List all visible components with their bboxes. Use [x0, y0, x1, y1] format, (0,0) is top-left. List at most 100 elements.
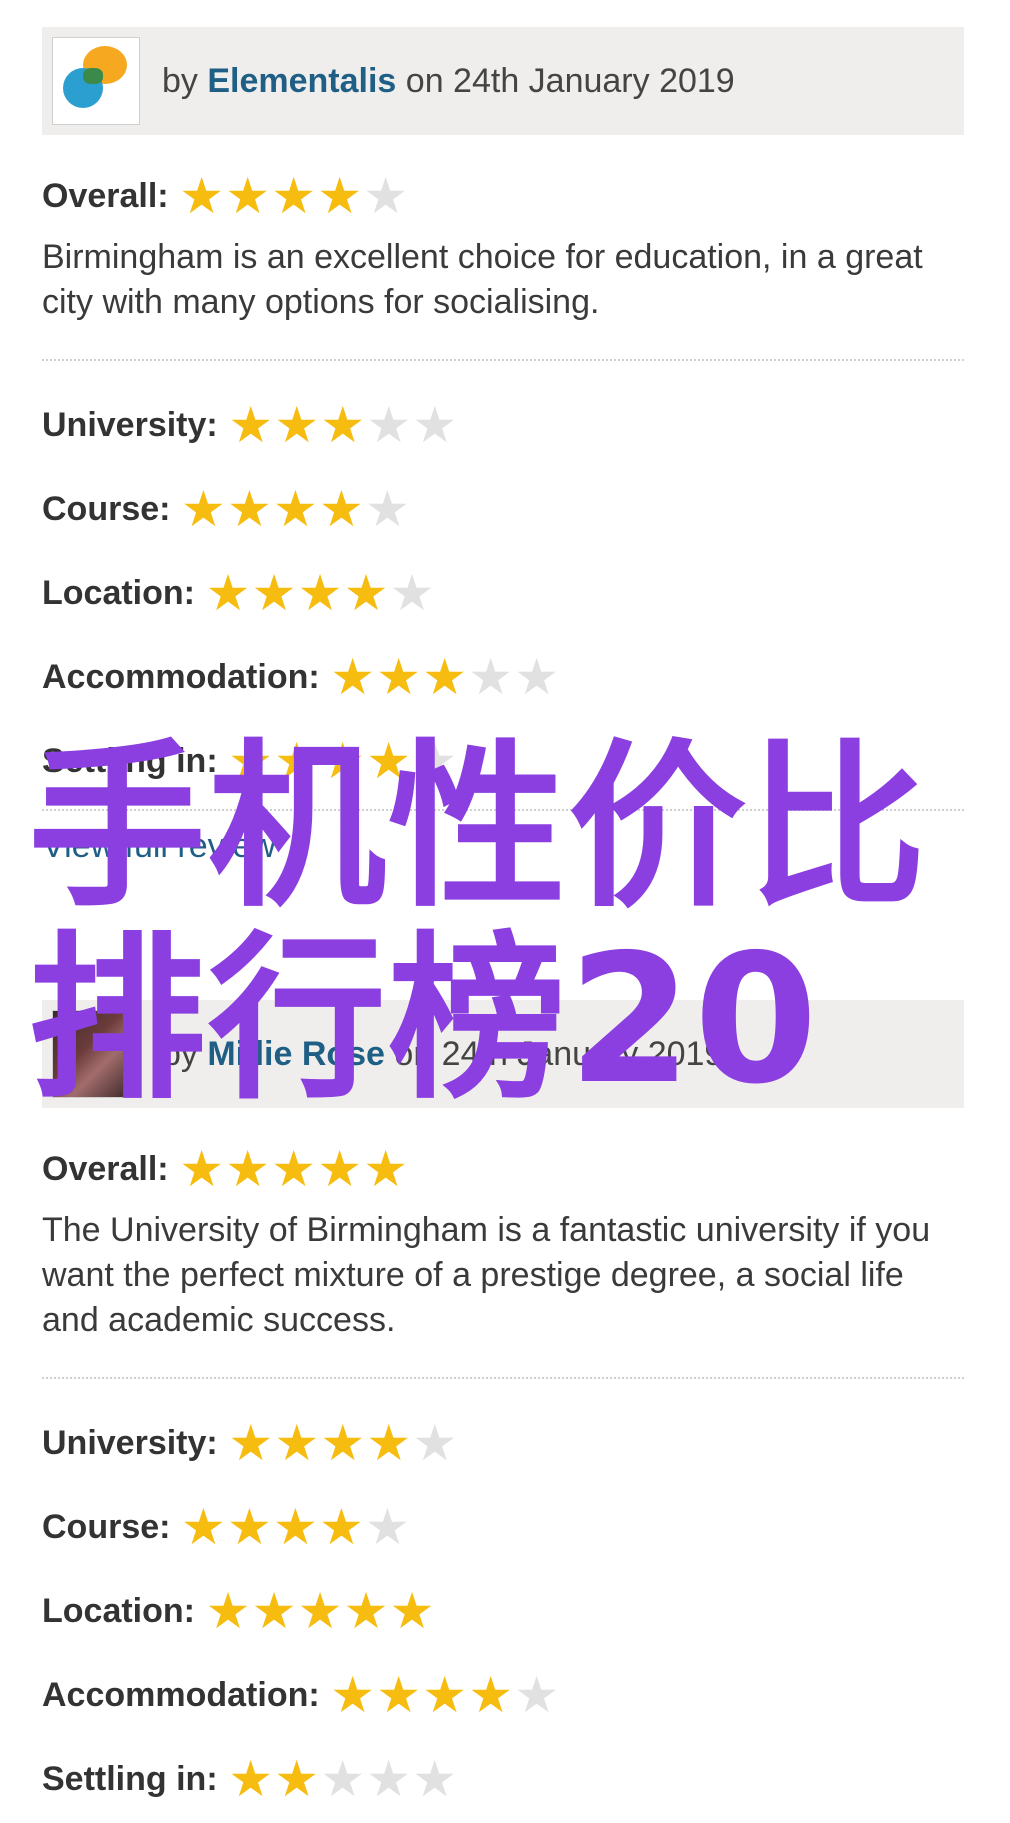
review-header: by Millie Rose on 24th January 2019 [42, 1000, 964, 1108]
rating-row-university: University: ★ ★ ★ ★ ★ [42, 1401, 964, 1485]
section-divider [42, 359, 964, 361]
rating-label: Settling in: [42, 1759, 218, 1798]
star-filled-icon: ★ [317, 168, 363, 224]
star-filled-icon: ★ [319, 481, 364, 537]
star-filled-icon: ★ [228, 1751, 274, 1807]
star-filled-icon: ★ [330, 649, 376, 705]
star-filled-icon: ★ [228, 1415, 274, 1471]
star-filled-icon: ★ [179, 1141, 225, 1197]
star-filled-icon: ★ [363, 1141, 409, 1197]
star-empty-icon: ★ [412, 733, 458, 789]
star-rating: ★ ★ ★ ★ ★ [330, 1670, 560, 1720]
star-filled-icon: ★ [179, 168, 225, 224]
star-rating: ★ ★ ★ ★ ★ [228, 736, 458, 786]
overall-label: Overall: [42, 176, 169, 215]
rating-row-location: Location: ★ ★ ★ ★ ★ [42, 1569, 964, 1653]
byline-date: on 24th January 2019 [384, 1034, 724, 1073]
star-empty-icon: ★ [366, 397, 412, 453]
star-filled-icon: ★ [228, 397, 274, 453]
star-filled-icon: ★ [343, 1583, 389, 1639]
reviewer-avatar[interactable] [52, 37, 140, 125]
view-full-review-link[interactable]: View full review [42, 827, 276, 866]
rating-row-accommodation: Accommodation: ★ ★ ★ ★ ★ [42, 635, 964, 719]
review-byline: by Millie Rose on 24th January 2019 [162, 1035, 723, 1074]
rating-label: Course: [42, 1507, 171, 1546]
rating-label: Location: [42, 1591, 195, 1630]
star-filled-icon: ★ [343, 565, 389, 621]
review-summary: Birmingham is an excellent choice for ed… [42, 238, 923, 321]
rating-label: Accommodation: [42, 657, 320, 696]
star-rating: ★ ★ ★ ★ ★ [205, 568, 435, 618]
star-filled-icon: ★ [273, 481, 318, 537]
section-divider [42, 1377, 964, 1379]
rating-row-settling-in: Settling in: ★ ★ ★ ★ ★ [42, 1737, 964, 1821]
star-filled-icon: ★ [468, 1667, 514, 1723]
star-empty-icon: ★ [514, 1667, 560, 1723]
rating-label: Location: [42, 573, 195, 612]
star-empty-icon: ★ [389, 565, 435, 621]
rating-label: Accommodation: [42, 1675, 320, 1714]
star-rating: ★ ★ ★ ★ ★ [180, 484, 410, 534]
star-empty-icon: ★ [412, 397, 458, 453]
star-filled-icon: ★ [227, 1499, 272, 1555]
rating-label: Course: [42, 489, 171, 528]
star-rating: ★ ★ ★ ★ ★ [330, 652, 560, 702]
star-empty-icon: ★ [363, 168, 409, 224]
star-filled-icon: ★ [274, 1415, 320, 1471]
star-filled-icon: ★ [225, 168, 271, 224]
overall-rating-row: Overall: ★ ★ ★ ★ ★ [42, 1144, 964, 1194]
star-rating: ★ ★ ★ ★ ★ [180, 1502, 410, 1552]
star-rating: ★ ★ ★ ★ ★ [228, 400, 458, 450]
star-rating: ★ ★ ★ ★ ★ [179, 171, 409, 221]
star-filled-icon: ★ [205, 565, 251, 621]
star-empty-icon: ★ [320, 1751, 366, 1807]
star-empty-icon: ★ [468, 649, 514, 705]
star-filled-icon: ★ [320, 1415, 366, 1471]
review-card: by Elementalis on 24th January 2019 Over… [42, 27, 964, 866]
rating-label: University: [42, 405, 218, 444]
star-filled-icon: ★ [297, 1583, 343, 1639]
star-filled-icon: ★ [366, 1415, 412, 1471]
rating-label: Settling in: [42, 741, 218, 780]
star-filled-icon: ★ [317, 1141, 363, 1197]
star-filled-icon: ★ [271, 1141, 317, 1197]
star-filled-icon: ★ [366, 733, 412, 789]
star-filled-icon: ★ [319, 1499, 364, 1555]
star-empty-icon: ★ [365, 481, 410, 537]
star-rating: ★ ★ ★ ★ ★ [228, 1418, 458, 1468]
author-link[interactable]: Elementalis [207, 62, 396, 100]
star-filled-icon: ★ [274, 397, 320, 453]
rating-row-accommodation: Accommodation: ★ ★ ★ ★ ★ [42, 1653, 964, 1737]
rating-row-university: University: ★ ★ ★ ★ ★ [42, 383, 964, 467]
star-filled-icon: ★ [274, 733, 320, 789]
star-empty-icon: ★ [412, 1415, 458, 1471]
rating-row-location: Location: ★ ★ ★ ★ ★ [42, 551, 964, 635]
review-byline: by Elementalis on 24th January 2019 [162, 62, 735, 101]
star-rating: ★ ★ ★ ★ ★ [179, 1144, 409, 1194]
star-filled-icon: ★ [320, 397, 366, 453]
star-filled-icon: ★ [297, 565, 343, 621]
star-filled-icon: ★ [422, 1667, 468, 1723]
rating-row-course: Course: ★ ★ ★ ★ ★ [42, 1485, 964, 1569]
review-card: by Millie Rose on 24th January 2019 Over… [42, 1000, 964, 1821]
star-filled-icon: ★ [251, 565, 297, 621]
star-filled-icon: ★ [181, 1499, 226, 1555]
star-empty-icon: ★ [366, 1751, 412, 1807]
rating-row-course: Course: ★ ★ ★ ★ ★ [42, 467, 964, 551]
star-empty-icon: ★ [365, 1499, 410, 1555]
star-filled-icon: ★ [376, 649, 422, 705]
byline-prefix: by [162, 61, 208, 100]
section-divider [42, 809, 964, 811]
byline-prefix: by [162, 1034, 208, 1073]
star-filled-icon: ★ [251, 1583, 297, 1639]
star-rating: ★ ★ ★ ★ ★ [205, 1586, 435, 1636]
star-filled-icon: ★ [181, 481, 226, 537]
star-empty-icon: ★ [514, 649, 560, 705]
reviewer-avatar[interactable] [52, 1010, 140, 1098]
star-filled-icon: ★ [274, 1751, 320, 1807]
rating-row-settling-in: Settling in: ★ ★ ★ ★ ★ [42, 719, 964, 803]
star-filled-icon: ★ [225, 1141, 271, 1197]
author-link[interactable]: Millie Rose [207, 1035, 385, 1073]
star-filled-icon: ★ [376, 1667, 422, 1723]
star-filled-icon: ★ [273, 1499, 318, 1555]
